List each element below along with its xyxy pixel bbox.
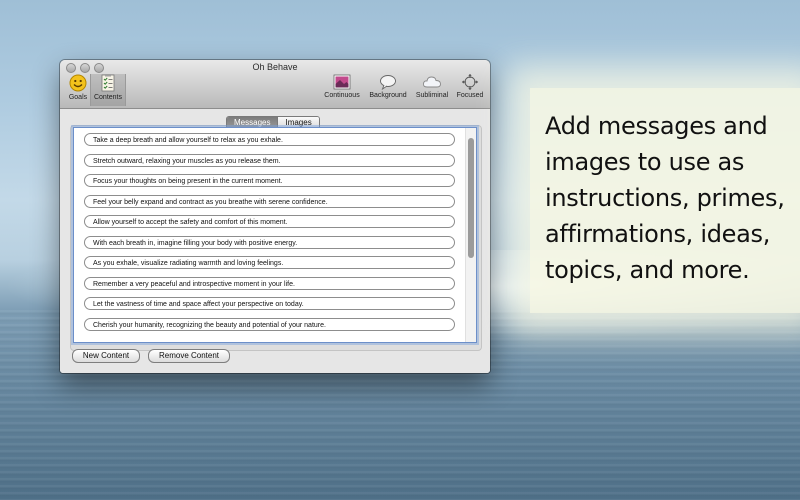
- messages-list[interactable]: Take a deep breath and allow yourself to…: [73, 127, 477, 343]
- toolbar-label: Continuous: [324, 92, 360, 99]
- toolbar: Oh Behave Goals Contents Continuous Back…: [60, 60, 490, 109]
- promo-line: topics, and more.: [545, 256, 750, 284]
- list-scrollbar[interactable]: [465, 128, 476, 342]
- toolbar-item-contents[interactable]: Contents: [90, 74, 126, 106]
- promo-line: instructions, primes,: [545, 184, 785, 212]
- toolbar-label: Background: [369, 92, 407, 99]
- list-scrollbar-thumb[interactable]: [468, 138, 474, 258]
- photo-icon: [333, 74, 351, 90]
- message-item[interactable]: Take a deep breath and allow yourself to…: [84, 133, 455, 146]
- message-item[interactable]: Feel your belly expand and contract as y…: [84, 195, 455, 208]
- message-item[interactable]: Cherish your humanity, recognizing the b…: [84, 318, 455, 331]
- toolbar-label: Goals: [68, 94, 88, 101]
- toolbar-label: Focused: [456, 92, 484, 99]
- toolbar-label: Subliminal: [415, 92, 449, 99]
- message-item[interactable]: Let the vastness of time and space affec…: [84, 297, 455, 310]
- speech-bubble-icon: [380, 75, 396, 90]
- promo-line: images to use as: [545, 148, 745, 176]
- message-item[interactable]: Remember a very peaceful and introspecti…: [84, 277, 455, 290]
- toolbar-item-goals[interactable]: Goals: [64, 74, 92, 106]
- toolbar-label: Contents: [93, 94, 123, 101]
- message-item[interactable]: Allow yourself to accept the safety and …: [84, 215, 455, 228]
- app-window: Oh Behave Goals Contents Continuous Back…: [60, 60, 490, 373]
- message-item[interactable]: As you exhale, visualize radiating warmt…: [84, 256, 455, 269]
- message-item[interactable]: Stretch outward, relaxing your muscles a…: [84, 154, 455, 167]
- new-content-button[interactable]: New Content: [72, 349, 140, 363]
- promo-line: Add messages and: [545, 112, 768, 140]
- window-title: Oh Behave: [252, 62, 298, 72]
- target-icon: [461, 74, 479, 90]
- checklist-icon: [101, 74, 115, 92]
- cloud-icon: [422, 76, 441, 88]
- toolbar-item-background[interactable]: Background: [366, 74, 410, 106]
- toolbar-item-subliminal[interactable]: Subliminal: [412, 74, 452, 106]
- toolbar-item-continuous[interactable]: Continuous: [322, 74, 362, 106]
- message-item[interactable]: With each breath in, imagine filling you…: [84, 236, 455, 249]
- smiley-icon: [69, 74, 87, 92]
- message-item[interactable]: Focus your thoughts on being present in …: [84, 174, 455, 187]
- promo-line: affirmations, ideas,: [545, 220, 771, 248]
- remove-content-button[interactable]: Remove Content: [148, 349, 230, 363]
- promo-caption: Add messages and images to use as instru…: [545, 108, 795, 288]
- toolbar-item-focused[interactable]: Focused: [454, 74, 486, 106]
